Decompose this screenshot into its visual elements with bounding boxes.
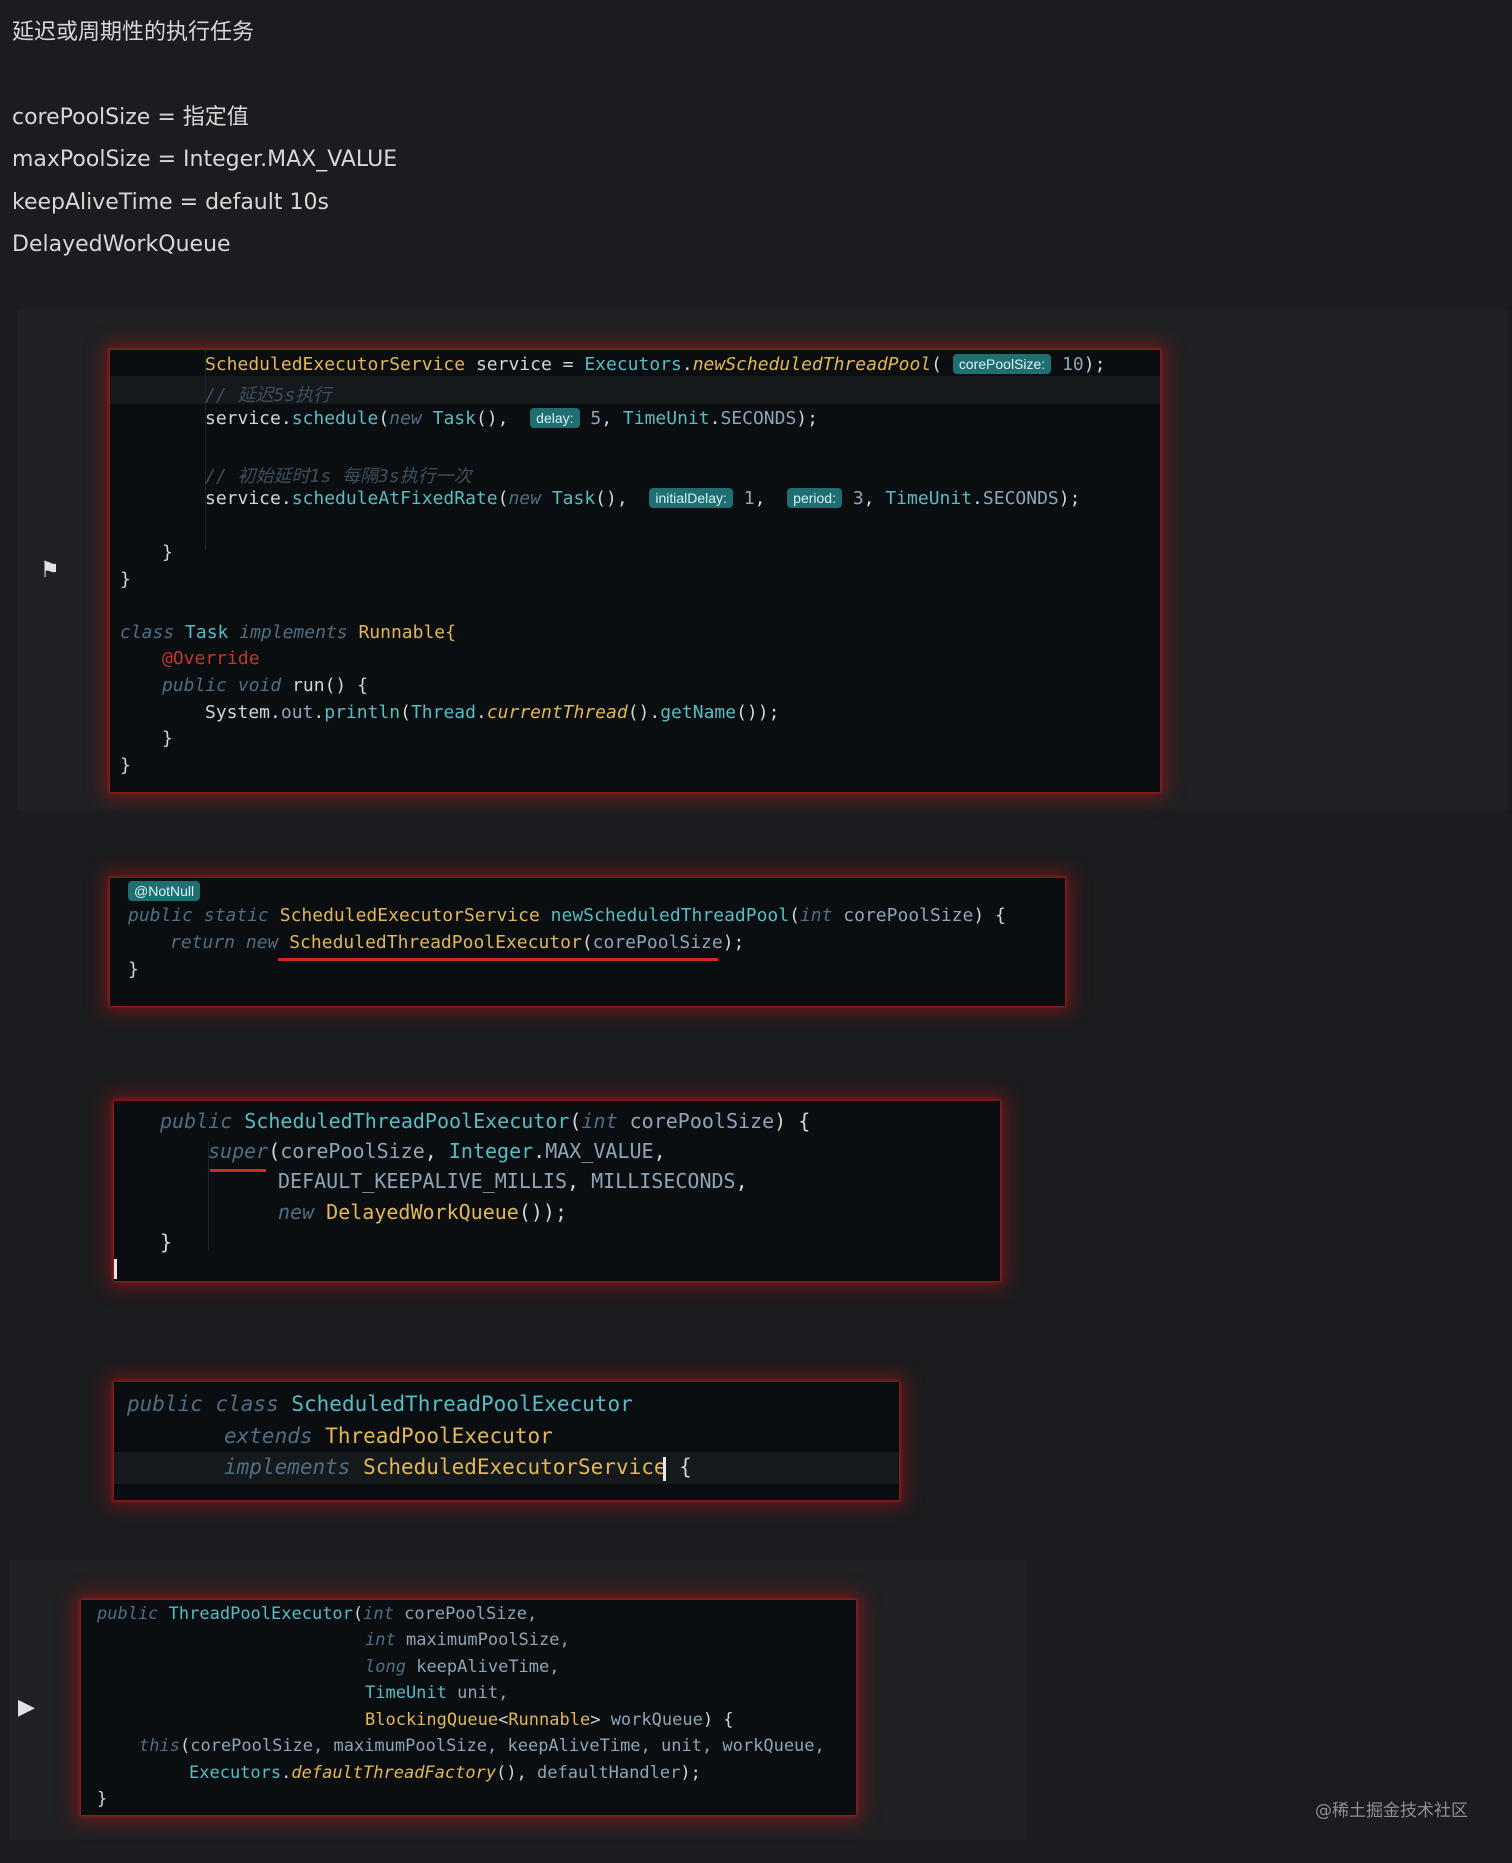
code-line: service.schedule(new Task(), delay: 5, T…	[205, 408, 818, 429]
intro-text: 延迟或周期性的执行任务 corePoolSize = 指定值 maxPoolSi…	[12, 12, 397, 267]
code-snippet-threadpool-constructor: public ThreadPoolExecutor(int corePoolSi…	[81, 1600, 856, 1815]
code-snippet-constructor: public ScheduledThreadPoolExecutor(int c…	[114, 1101, 1000, 1281]
intro-line: keepAliveTime = default 10s	[12, 189, 329, 215]
notnull-badge: @NotNull	[128, 881, 201, 901]
section-title: 延迟或周期性的执行任务	[12, 20, 255, 45]
code-line: Executors.defaultThreadFactory(), defaul…	[189, 1763, 701, 1783]
intro-line: maxPoolSize = Integer.MAX_VALUE	[12, 147, 398, 172]
code-snippet-factory-method: @NotNull public static ScheduledExecutor…	[110, 878, 1065, 1006]
code-line: super(corePoolSize, Integer.MAX_VALUE,	[208, 1139, 666, 1163]
code-snippet-class-declaration: public class ScheduledThreadPoolExecutor…	[114, 1382, 899, 1500]
code-brace: }	[97, 1789, 108, 1809]
code-comment: // 初始延时1s 每隔3s执行一次	[205, 466, 472, 487]
code-line: new DelayedWorkQueue());	[278, 1200, 567, 1224]
code-line: DEFAULT_KEEPALIVE_MILLIS, MILLISECONDS,	[278, 1169, 748, 1193]
code-line: long keepAliveTime,	[365, 1657, 560, 1677]
code-snippet-scheduled-usage: ScheduledExecutorService service = Execu…	[110, 350, 1160, 792]
code-line: extends ThreadPoolExecutor	[224, 1424, 553, 1448]
code-line: public ScheduledThreadPoolExecutor(int c…	[160, 1109, 811, 1133]
code-brace: }	[128, 959, 139, 980]
code-line: public ThreadPoolExecutor(int corePoolSi…	[97, 1604, 538, 1624]
code-annotation: @Override	[162, 648, 260, 669]
code-line: ScheduledExecutorService service = Execu…	[205, 354, 1106, 375]
code-brace: }	[120, 569, 131, 590]
indent-guide	[205, 350, 206, 550]
code-annotation: @NotNull	[128, 881, 201, 902]
intro-line: DelayedWorkQueue	[12, 232, 231, 257]
param-hint: initialDelay:	[649, 488, 733, 508]
text-cursor	[663, 1457, 666, 1481]
code-brace: }	[162, 728, 173, 749]
code-line: this(corePoolSize, maximumPoolSize, keep…	[139, 1736, 825, 1756]
bookmark-icon[interactable]: ⚑	[40, 560, 60, 582]
code-line: implements ScheduledExecutorService {	[224, 1455, 692, 1479]
code-line: class Task implements Runnable{	[120, 622, 456, 643]
text-cursor	[114, 1259, 117, 1279]
watermark: @稀土掘金技术社区	[1315, 1801, 1468, 1821]
code-line: public static ScheduledExecutorService n…	[128, 905, 1006, 926]
code-line: System.out.println(Thread.currentThread(…	[205, 702, 780, 723]
code-brace: }	[120, 755, 131, 776]
code-line: BlockingQueue<Runnable> workQueue) {	[365, 1710, 734, 1730]
code-line: service.scheduleAtFixedRate(new Task(), …	[205, 488, 1081, 509]
code-line: return new ScheduledThreadPoolExecutor(c…	[170, 932, 745, 953]
param-hint: delay:	[530, 408, 580, 428]
code-brace: }	[162, 542, 173, 563]
param-hint: period:	[787, 488, 842, 508]
param-hint: corePoolSize:	[952, 354, 1052, 374]
code-line: TimeUnit unit,	[365, 1683, 509, 1703]
code-comment: // 延迟5s执行	[205, 385, 332, 406]
intro-line: corePoolSize = 指定值	[12, 104, 249, 130]
code-line: public void run() {	[162, 675, 368, 696]
code-line: int maximumPoolSize,	[365, 1630, 570, 1650]
run-arrow-icon[interactable]: ▶	[18, 1697, 35, 1719]
red-underline	[278, 958, 718, 961]
code-line: public class ScheduledThreadPoolExecutor	[127, 1392, 633, 1416]
red-underline	[210, 1169, 266, 1172]
code-brace: }	[160, 1230, 173, 1254]
